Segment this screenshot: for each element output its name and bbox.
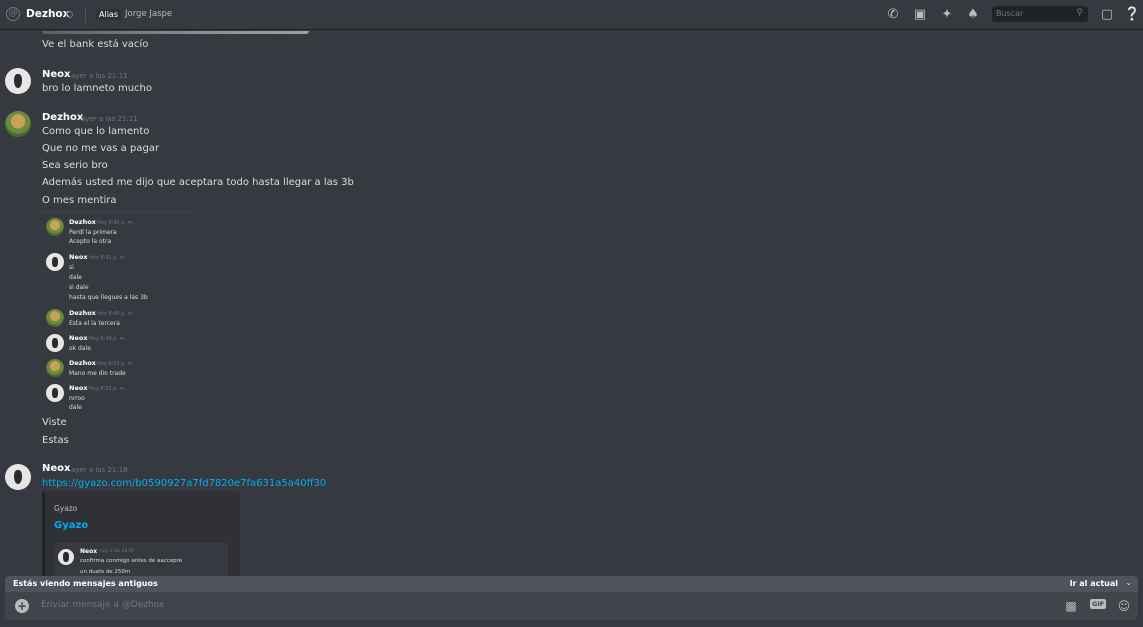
message-username[interactable]: Neox [42,69,70,80]
quote-text: dale [69,404,82,411]
upload-plus-icon[interactable]: + [15,599,29,613]
embed-timestamp: hoy a las 20:05 [100,549,135,554]
avatar [46,384,64,402]
message-username[interactable]: Neox [42,463,70,474]
quote-timestamp: Hoy 8:41 p. m. [89,255,126,261]
quote-timestamp: Hoy 8:48 p. m. [97,311,134,317]
search-icon: ⚲ [1076,8,1083,18]
old-messages-notice: Estás viendo mensajes antiguos [13,579,158,588]
message-list[interactable]: Ve el bank está vacío Neox ayer a las 21… [0,31,1143,576]
quote-text: hasta que llegues a las 3b [69,294,148,301]
search-placeholder: Buscar [996,9,1024,18]
quote-text: ok dale [69,345,91,352]
attached-image[interactable] [42,31,309,34]
embed-image[interactable]: Neox hoy a las 20:05 confirma conmigo an… [54,543,228,576]
avatar [46,309,64,327]
gift-icon[interactable]: ▩ [1063,598,1079,614]
jump-to-present-button[interactable]: Ir al actual [1070,579,1118,588]
message-text: Que no me vas a pagar [42,143,160,154]
avatar[interactable] [5,464,31,490]
screenshot-attachment[interactable]: Dezhox Hoy 8:40 p. m. Perdí la primera A… [42,212,192,413]
avatar[interactable] [5,68,31,94]
quote-text: Perdí la primera [69,229,117,236]
avatar[interactable] [5,111,31,137]
quote-text: si [69,264,74,271]
old-messages-bar: Estás viendo mensajes antiguos Ir al act… [5,576,1138,592]
quote-text: Esta el la tercera [69,320,120,327]
quote-username: Dezhox [69,309,96,317]
inbox-icon[interactable]: ▢ [1099,7,1115,23]
gif-button[interactable]: GIF [1090,599,1107,609]
avatar [46,253,64,271]
quote-username: Dezhox [69,359,96,367]
quote-timestamp: Hoy 8:49 p. m. [89,336,126,342]
message-text: O mes mentira [42,195,117,206]
alias-label: Alias [96,9,121,20]
header-divider [85,7,86,23]
channel-header: @ Dezhox Alias Jorge Jaspe ✆ ▣ ✦ ♠ Busca… [0,0,1143,30]
add-friend-icon[interactable]: ♠ [965,7,981,23]
chevron-down-icon[interactable]: ⌄ [1125,578,1132,587]
message-text: Estas [42,435,69,446]
at-icon: @ [6,7,20,21]
video-icon[interactable]: ▣ [912,7,928,23]
quote-timestamp: Hoy 8:40 p. m. [97,220,134,226]
avatar [46,334,64,352]
message-text: Viste [42,417,67,428]
embed-username: Neox [80,548,98,555]
quote-text: Acepto la otra [69,238,112,245]
avatar [46,218,64,236]
message-text: Como que lo lamento [42,126,150,137]
embed-text: un duelo de 250m [80,569,131,575]
pin-icon[interactable]: ✦ [939,7,955,23]
status-indicator-icon [66,11,73,18]
phone-icon[interactable]: ✆ [885,7,901,23]
quote-timestamp: Hoy 8:52 p. m. [89,386,126,392]
message-text: Ve el bank está vacío [42,39,149,50]
quote-username: Neox [69,384,88,392]
dm-username[interactable]: Dezhox [26,8,69,20]
avatar [46,359,64,377]
quote-text: nrroo [69,395,85,402]
message-text: Sea serio bro [42,160,108,171]
emoji-icon[interactable]: ☺ [1116,598,1132,614]
message-input[interactable] [41,600,941,610]
message-timestamp: ayer a las 21:18 [71,466,128,474]
embed-text: confirma conmigo antes de aaccepre [80,558,183,564]
quote-text: si dale [69,284,89,291]
message-timestamp: ayer a las 21:11 [71,72,128,80]
message-username[interactable]: Dezhox [42,112,83,123]
quote-username: Dezhox [69,218,96,226]
alias-value: Jorge Jaspe [125,9,173,19]
search-field[interactable]: Buscar ⚲ [992,6,1088,22]
help-icon[interactable]: ❔ [1124,7,1140,23]
quote-username: Neox [69,253,88,261]
link-embed: Gyazo Gyazo Neox hoy a las 20:05 confirm… [42,491,240,576]
message-link[interactable]: https://gyazo.com/b0590927a7fd7820e7fa63… [42,478,326,489]
quote-text: dale [69,274,82,281]
embed-title[interactable]: Gyazo [54,520,88,531]
embed-provider: Gyazo [54,504,78,513]
avatar [58,549,74,565]
message-text: bro lo lamneto mucho [42,83,152,94]
quote-username: Neox [69,334,88,342]
message-text: Además usted me dijo que aceptara todo h… [42,177,354,188]
quote-text: Mano me dio trade [69,370,126,377]
quote-timestamp: Hoy 8:52 p. m. [97,361,134,367]
message-composer: + ▩ GIF ☺ [5,592,1138,620]
message-timestamp: ayer a las 21:11 [81,115,138,123]
